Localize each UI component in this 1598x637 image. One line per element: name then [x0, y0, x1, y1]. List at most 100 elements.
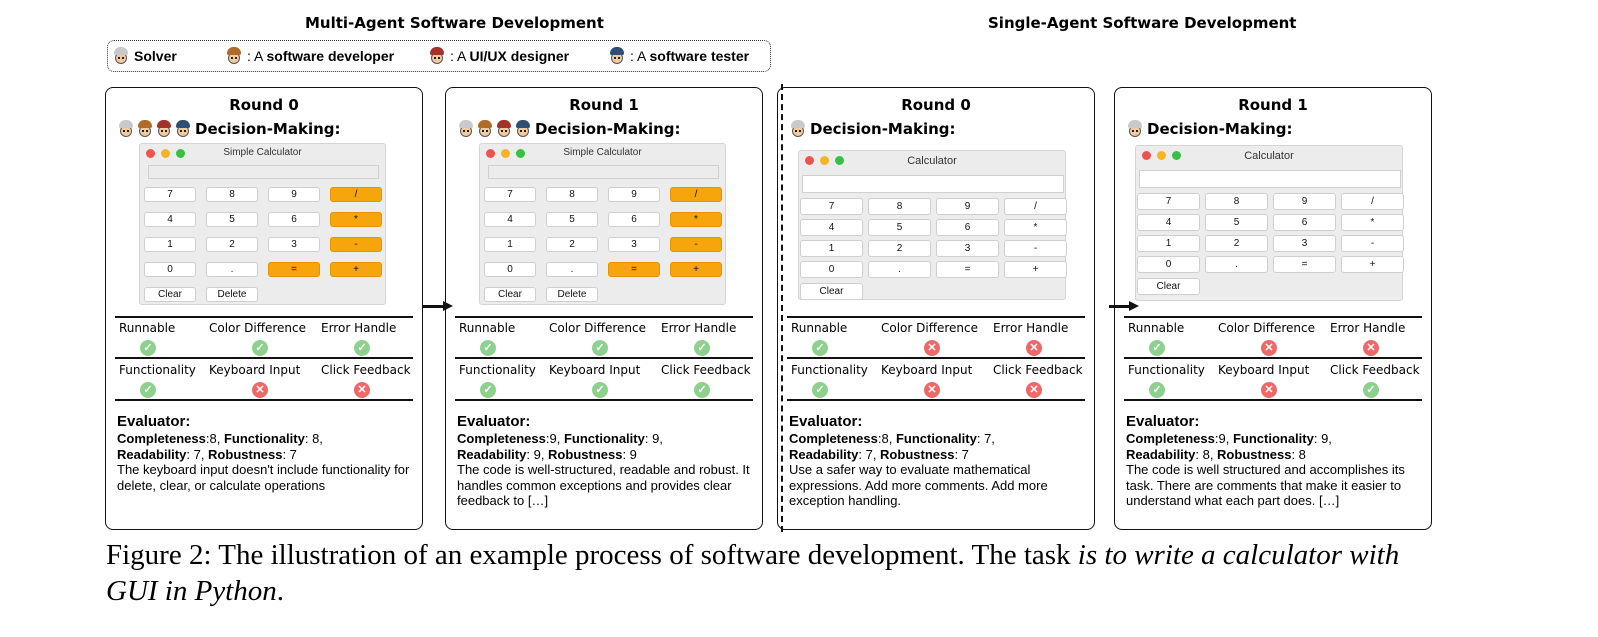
calc-key[interactable]: =: [1273, 256, 1336, 273]
calc-key[interactable]: -: [1004, 240, 1067, 257]
scores-line-2: Readability: 7, Robustness: 7: [789, 447, 1089, 463]
avatar-hair: [176, 120, 190, 128]
legend-item-software-tester: : A software tester: [608, 47, 749, 65]
calculator-title: Calculator: [1244, 150, 1294, 162]
calc-key[interactable]: 8: [1205, 193, 1268, 210]
calc-key[interactable]: Clear: [800, 283, 863, 300]
calculator-display[interactable]: [148, 165, 379, 179]
calc-key[interactable]: Delete: [546, 287, 598, 302]
calc-key[interactable]: 3: [608, 237, 660, 252]
calc-key[interactable]: Clear: [1137, 278, 1200, 295]
metric-label: Runnable: [459, 321, 516, 335]
calc-key[interactable]: 6: [268, 212, 320, 227]
calc-key[interactable]: 3: [268, 237, 320, 252]
score-name: Readability: [457, 446, 527, 462]
calc-key[interactable]: 1: [484, 237, 536, 252]
calc-key[interactable]: *: [330, 212, 382, 227]
calc-key[interactable]: 9: [268, 187, 320, 202]
calc-key[interactable]: .: [206, 262, 258, 277]
calc-key[interactable]: .: [868, 261, 931, 278]
calc-key[interactable]: .: [546, 262, 598, 277]
scores-line-1: Completeness:8, Functionality: 8,: [117, 431, 417, 447]
calc-key[interactable]: 0: [800, 261, 863, 278]
legend-prefix: A: [457, 48, 470, 64]
calculator-display[interactable]: [1139, 170, 1401, 188]
agent-legend: Solver: A software developer: A UI/UX de…: [107, 40, 771, 72]
calc-key[interactable]: 9: [608, 187, 660, 202]
calc-key[interactable]: *: [1341, 214, 1404, 231]
calc-key[interactable]: 9: [936, 198, 999, 215]
software-tester-avatar-icon: [174, 120, 192, 138]
calc-key[interactable]: Clear: [144, 287, 196, 302]
calc-key[interactable]: +: [1341, 256, 1404, 273]
calc-key[interactable]: 1: [800, 240, 863, 257]
calculator-titlebar: Calculator: [1136, 146, 1402, 164]
calc-key[interactable]: 4: [800, 219, 863, 236]
calc-key[interactable]: 3: [1273, 235, 1336, 252]
calc-key[interactable]: 8: [206, 187, 258, 202]
metrics-rule: [1124, 316, 1422, 318]
calc-key[interactable]: /: [330, 187, 382, 202]
calc-key[interactable]: 0: [144, 262, 196, 277]
metric-label: Keyboard Input: [209, 363, 301, 377]
cross-icon: ✕: [252, 382, 268, 398]
calc-key[interactable]: /: [1004, 198, 1067, 215]
calc-key[interactable]: 7: [484, 187, 536, 202]
calc-key[interactable]: 0: [1137, 256, 1200, 273]
calc-key[interactable]: *: [1004, 219, 1067, 236]
calc-key[interactable]: 8: [546, 187, 598, 202]
calc-key[interactable]: /: [670, 187, 722, 202]
calculator-window: Simple Calculator 7 8 9 / 4 5 6 * 1 2 3- 0. = + Clear De…: [139, 143, 386, 305]
calc-key[interactable]: 1: [144, 237, 196, 252]
calc-key[interactable]: +: [670, 262, 722, 277]
metrics-rule: [455, 399, 753, 401]
calc-key[interactable]: /: [1341, 193, 1404, 210]
calc-key[interactable]: 5: [1205, 214, 1268, 231]
calc-key[interactable]: 7: [144, 187, 196, 202]
calc-key[interactable]: 4: [484, 212, 536, 227]
calc-key[interactable]: 5: [868, 219, 931, 236]
calc-key[interactable]: 7: [1137, 193, 1200, 210]
calc-key[interactable]: -: [670, 237, 722, 252]
calc-key[interactable]: +: [330, 262, 382, 277]
calc-key[interactable]: 4: [1137, 214, 1200, 231]
calc-key[interactable]: =: [936, 261, 999, 278]
calc-key[interactable]: +: [1004, 261, 1067, 278]
decision-making-row: Decision-Making:: [789, 120, 956, 138]
calc-key[interactable]: Clear: [484, 287, 536, 302]
calc-key[interactable]: 9: [1273, 193, 1336, 210]
calc-key[interactable]: -: [330, 237, 382, 252]
metrics-rule: [787, 316, 1085, 318]
calc-key[interactable]: 4: [144, 212, 196, 227]
calc-key[interactable]: 5: [206, 212, 258, 227]
caption-lead: Figure 2: The illustration of an example…: [106, 539, 1078, 571]
calculator-display[interactable]: [488, 165, 719, 179]
metric-label: Click Feedback: [661, 363, 751, 377]
legend-role: UI/UX designer: [469, 48, 570, 64]
cross-icon: ✕: [1026, 382, 1042, 398]
calc-key[interactable]: Delete: [206, 287, 258, 302]
calc-key[interactable]: =: [268, 262, 320, 277]
calc-key[interactable]: 3: [936, 240, 999, 257]
calc-key[interactable]: 2: [1205, 235, 1268, 252]
calc-key[interactable]: 6: [608, 212, 660, 227]
calc-key[interactable]: 2: [206, 237, 258, 252]
calc-key[interactable]: *: [670, 212, 722, 227]
calc-key[interactable]: -: [1341, 235, 1404, 252]
calc-key[interactable]: 2: [546, 237, 598, 252]
scores-line-2: Readability: 7, Robustness: 7: [117, 447, 417, 463]
calc-key[interactable]: .: [1205, 256, 1268, 273]
avatar-hair: [114, 47, 128, 55]
calc-key[interactable]: 8: [868, 198, 931, 215]
calc-key[interactable]: 5: [546, 212, 598, 227]
calc-key[interactable]: =: [608, 262, 660, 277]
calc-key[interactable]: 2: [868, 240, 931, 257]
calc-key[interactable]: 6: [1273, 214, 1336, 231]
calc-key[interactable]: 6: [936, 219, 999, 236]
calc-key[interactable]: 0: [484, 262, 536, 277]
avatar-eyes: [142, 130, 148, 132]
calculator-display[interactable]: [802, 175, 1064, 193]
calc-key[interactable]: 1: [1137, 235, 1200, 252]
Solver-avatar-icon: [789, 120, 807, 138]
calc-key[interactable]: 7: [800, 198, 863, 215]
